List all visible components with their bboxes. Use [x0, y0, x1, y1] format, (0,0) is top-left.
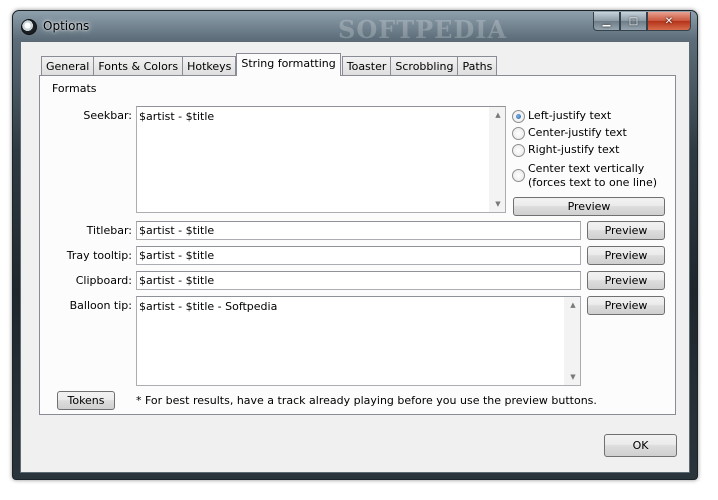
radio-unchecked-icon	[512, 144, 525, 157]
scroll-up-arrow-icon[interactable]: ▲	[490, 107, 505, 123]
seekbar-format-value: $artist - $title	[139, 110, 215, 123]
clipboard-preview-button[interactable]: Preview	[587, 271, 665, 290]
radio-unchecked-icon	[512, 127, 525, 140]
scroll-down-arrow-icon[interactable]: ▼	[565, 369, 580, 385]
balloon-tip-format-value: $artist - $title - Softpedia	[139, 300, 278, 313]
right-justify-radio[interactable]: Right-justify text	[512, 143, 672, 157]
maximize-icon: □	[628, 15, 639, 27]
radio-unchecked-icon	[512, 169, 525, 182]
seekbar-format-input[interactable]: $artist - $title ▲ ▼	[136, 106, 506, 213]
center-justify-radio[interactable]: Center-justify text	[512, 126, 672, 140]
window-title: Options	[43, 19, 90, 33]
dialog-client-area: General Fonts & Colors Hotkeys String fo…	[20, 41, 690, 473]
caption-buttons: ▁ □ ✕	[593, 12, 691, 31]
titlebar-preview-button[interactable]: Preview	[587, 221, 665, 240]
softpedia-watermark: SOFTPEDIA	[338, 15, 508, 44]
center-vertical-radio[interactable]: Center text vertically (forces text to o…	[512, 162, 674, 190]
minimize-button[interactable]: ▁	[593, 12, 620, 31]
tray-tooltip-format-input[interactable]: $artist - $title	[136, 246, 581, 265]
tray-tooltip-label: Tray tooltip:	[66, 249, 132, 262]
seekbar-preview-button[interactable]: Preview	[513, 197, 665, 216]
tab-fonts-colors[interactable]: Fonts & Colors	[93, 56, 184, 76]
minimize-icon: ▁	[602, 15, 611, 27]
left-justify-radio[interactable]: Left-justify text	[512, 109, 672, 123]
left-justify-label: Left-justify text	[528, 109, 612, 122]
preview-hint-note: * For best results, have a track already…	[136, 394, 597, 407]
app-icon[interactable]	[21, 19, 37, 35]
close-button[interactable]: ✕	[647, 12, 691, 31]
tab-paths[interactable]: Paths	[457, 56, 498, 76]
tab-strip: General Fonts & Colors Hotkeys String fo…	[41, 53, 498, 76]
title-bar[interactable]: Options SOFTPEDIA ▁ □ ✕	[13, 11, 697, 44]
tab-scrobbling[interactable]: Scrobbling	[390, 56, 459, 76]
tray-tooltip-preview-button[interactable]: Preview	[587, 246, 665, 265]
scroll-up-arrow-icon[interactable]: ▲	[565, 297, 580, 313]
ok-button[interactable]: OK	[604, 434, 677, 457]
titlebar-format-input[interactable]: $artist - $title	[136, 221, 581, 240]
center-vertical-label: Center text vertically (forces text to o…	[528, 162, 658, 189]
titlebar-label: Titlebar:	[86, 224, 132, 237]
formats-group-label: Formats	[52, 82, 97, 95]
tab-hotkeys[interactable]: Hotkeys	[182, 56, 237, 76]
tab-string-formatting[interactable]: String formatting	[236, 53, 341, 76]
seekbar-label: Seekbar:	[83, 109, 132, 122]
maximize-button[interactable]: □	[620, 12, 647, 31]
clipboard-label: Clipboard:	[75, 274, 132, 287]
tab-toaster[interactable]: Toaster	[341, 56, 392, 76]
balloon-tip-scrollbar[interactable]: ▲ ▼	[564, 297, 580, 385]
clipboard-format-input[interactable]: $artist - $title	[136, 271, 581, 290]
options-window: Options SOFTPEDIA ▁ □ ✕ General Fonts & …	[12, 10, 698, 480]
string-formatting-panel: Formats Seekbar: $artist - $title ▲ ▼ Le…	[39, 75, 676, 415]
right-justify-label: Right-justify text	[528, 143, 620, 156]
close-icon: ✕	[664, 15, 674, 27]
balloon-tip-format-input[interactable]: $artist - $title - Softpedia ▲ ▼	[136, 296, 581, 386]
balloon-tip-label: Balloon tip:	[69, 299, 132, 312]
tokens-button[interactable]: Tokens	[57, 391, 115, 410]
tab-general[interactable]: General	[41, 56, 95, 76]
balloon-tip-preview-button[interactable]: Preview	[587, 296, 665, 315]
center-justify-label: Center-justify text	[528, 126, 627, 139]
radio-checked-icon	[512, 110, 525, 123]
seekbar-scrollbar[interactable]: ▲ ▼	[489, 107, 505, 212]
scroll-down-arrow-icon[interactable]: ▼	[490, 196, 505, 212]
